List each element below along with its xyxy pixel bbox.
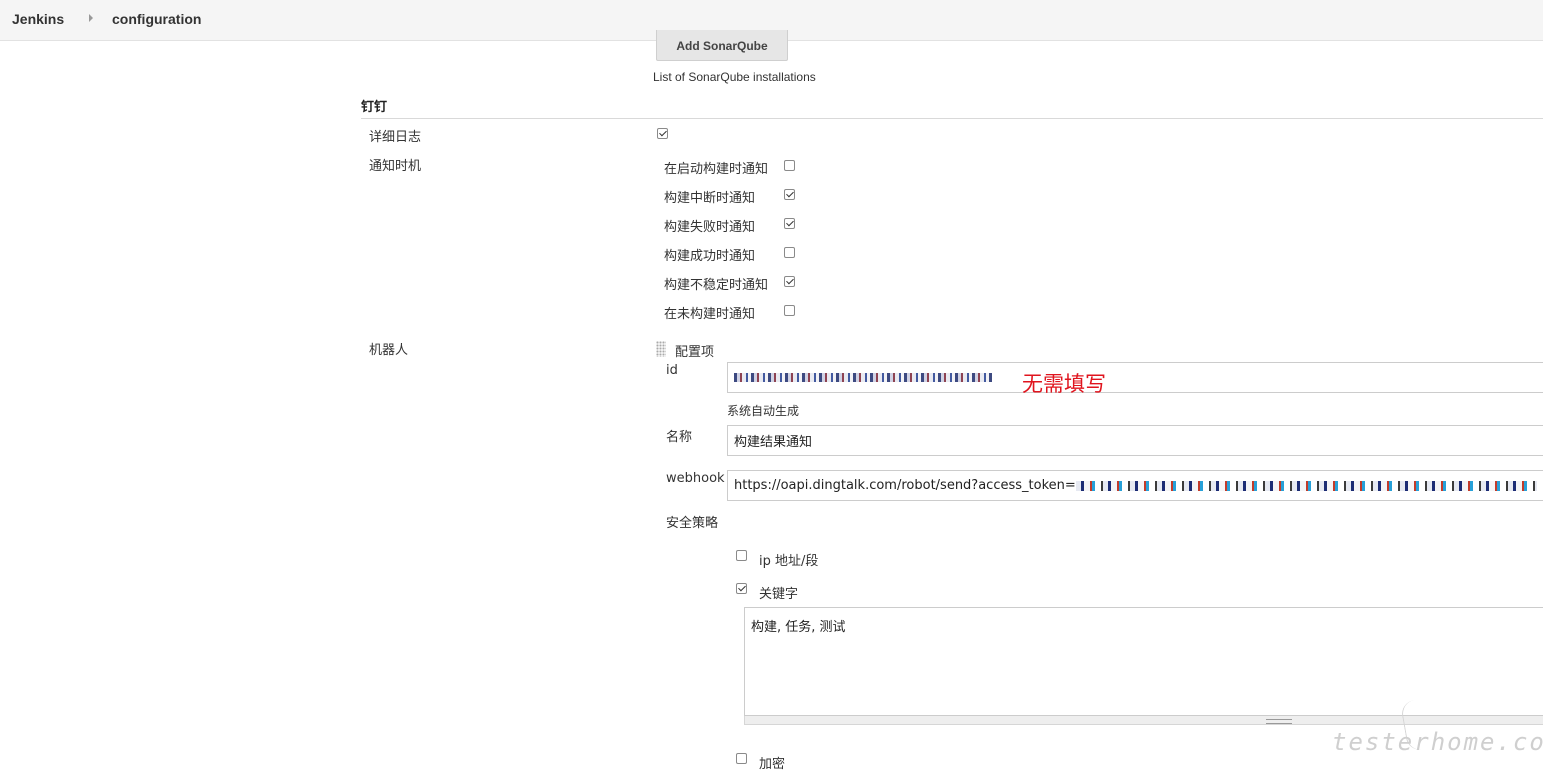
keyword-checkbox[interactable] <box>736 583 747 594</box>
notify-on-not-built-checkbox[interactable] <box>784 305 795 316</box>
ip-range-label: ip 地址/段 <box>759 554 819 569</box>
notify-on-abort-checkbox[interactable] <box>784 189 795 200</box>
verbose-log-label: 详细日志 <box>369 130 422 145</box>
verbose-log-checkbox[interactable] <box>657 128 668 139</box>
notify-on-start-checkbox[interactable] <box>784 160 795 171</box>
chevron-right-icon <box>89 14 93 22</box>
notify-on-failure-label: 构建失败时通知 <box>664 220 756 235</box>
notify-on-success-label: 构建成功时通知 <box>664 249 756 264</box>
section-title-dingtalk: 钉钉 <box>361 100 388 115</box>
annotation-no-need-to-fill: 无需填写 <box>1022 372 1106 396</box>
security-policy-label: 安全策略 <box>666 516 719 531</box>
sonarqube-help-text: List of SonarQube installations <box>653 70 816 84</box>
robot-name-label: 名称 <box>666 430 693 445</box>
robot-name-input[interactable]: 构建结果通知 <box>727 425 1543 456</box>
webhook-input[interactable]: https://oapi.dingtalk.com/robot/send?acc… <box>727 470 1543 501</box>
notify-on-success-checkbox[interactable] <box>784 247 795 258</box>
redacted-access-token <box>1075 480 1537 491</box>
robot-id-help: 系统自动生成 <box>727 404 800 418</box>
notify-on-unstable-label: 构建不稳定时通知 <box>664 278 769 293</box>
robot-id-label: id <box>666 363 678 378</box>
section-divider <box>361 118 1543 119</box>
notify-on-abort-label: 构建中断时通知 <box>664 191 756 206</box>
keywords-value: 构建, 任务, 测试 <box>751 620 846 635</box>
watermark: testerhome.com <box>1332 728 1543 756</box>
redacted-id-value <box>734 373 992 382</box>
drag-handle-icon[interactable] <box>656 341 666 357</box>
keyword-label: 关键字 <box>759 587 799 602</box>
ip-range-checkbox[interactable] <box>736 550 747 561</box>
breadcrumb-configuration-link[interactable]: configuration <box>112 11 201 27</box>
webhook-value: https://oapi.dingtalk.com/robot/send?acc… <box>734 478 1076 493</box>
add-sonarqube-button[interactable]: Add SonarQube <box>656 30 788 61</box>
encrypt-label: 加密 <box>759 757 786 772</box>
robot-name-value: 构建结果通知 <box>734 435 813 450</box>
notify-on-start-label: 在启动构建时通知 <box>664 162 769 177</box>
robot-id-input[interactable] <box>727 362 1543 393</box>
notify-on-not-built-label: 在未构建时通知 <box>664 307 756 322</box>
notify-timing-label: 通知时机 <box>369 159 422 174</box>
robot-label: 机器人 <box>369 343 409 358</box>
breadcrumb-jenkins-link[interactable]: Jenkins <box>12 11 64 27</box>
notify-on-unstable-checkbox[interactable] <box>784 276 795 287</box>
notify-on-failure-checkbox[interactable] <box>784 218 795 229</box>
config-item-label: 配置项 <box>675 345 715 360</box>
encrypt-checkbox[interactable] <box>736 753 747 764</box>
webhook-label: webhook <box>666 471 725 486</box>
